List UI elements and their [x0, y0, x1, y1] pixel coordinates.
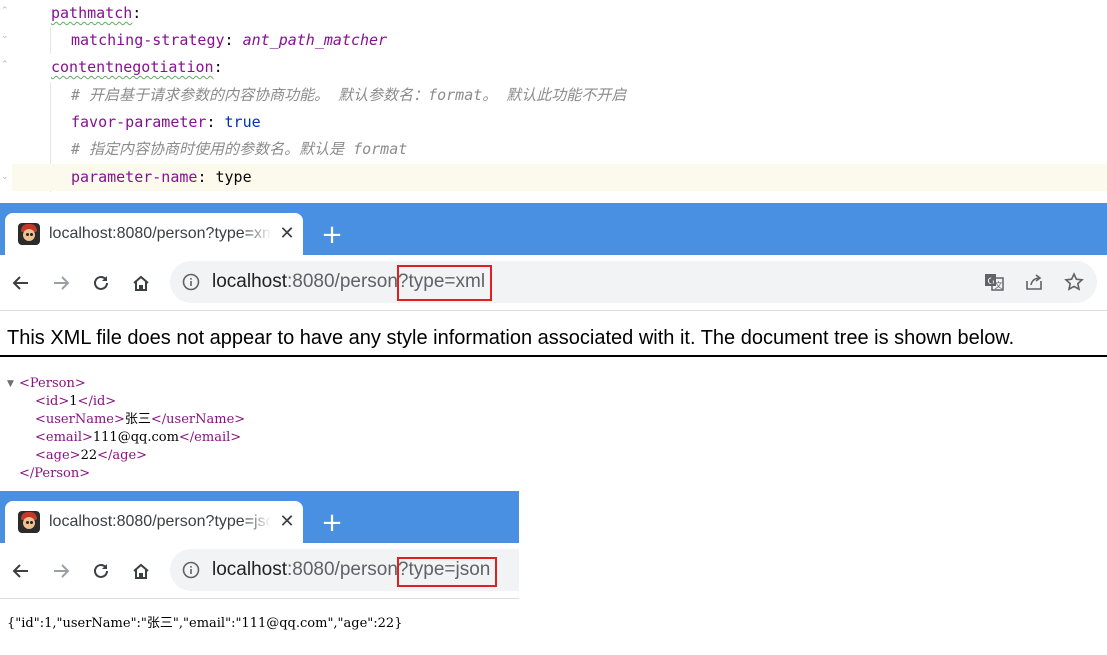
yaml-value: type — [215, 168, 252, 186]
editor-gutter: ⌃ ⌄ ⌃ ⌄ — [0, 0, 12, 192]
forward-arrow-icon[interactable] — [49, 271, 73, 295]
highlight-box — [397, 557, 497, 587]
yaml-key: pathmatch — [51, 4, 133, 22]
fold-marker-icon[interactable]: ⌃ — [1, 60, 9, 70]
code-line: matching-strategy: ant_path_matcher — [71, 31, 388, 49]
toolbar-divider — [0, 598, 519, 599]
browser-tab[interactable]: localhost:8080/person?type=json ✕ — [5, 501, 303, 543]
yaml-key: matching-strategy — [71, 31, 225, 49]
tab-title: localhost:8080/person?type=xml — [49, 225, 271, 242]
forward-arrow-icon[interactable] — [49, 559, 73, 583]
browser-window-xml: localhost:8080/person?type=xml ✕ + local… — [0, 203, 1107, 311]
reload-icon[interactable] — [89, 271, 113, 295]
favicon-icon — [18, 511, 40, 533]
close-icon[interactable]: ✕ — [277, 224, 297, 244]
xml-node: <email>111@qq.com</email> — [35, 430, 242, 445]
xml-divider — [0, 355, 1107, 357]
code-comment: # 指定内容协商时使用的参数名。默认是 format — [71, 140, 408, 158]
yaml-key: contentnegotiation — [51, 58, 214, 76]
xml-node: <id>1</id> — [35, 394, 117, 409]
back-arrow-icon[interactable] — [9, 271, 33, 295]
tab-strip: localhost:8080/person?type=xml ✕ + — [0, 203, 1107, 255]
fold-marker-icon[interactable]: ⌃ — [1, 6, 9, 16]
toolbar-divider — [0, 310, 1107, 311]
tab-strip: localhost:8080/person?type=json ✕ + — [0, 491, 519, 543]
share-icon[interactable] — [1022, 270, 1046, 294]
fold-marker-icon[interactable]: ⌄ — [1, 31, 9, 41]
code-line-current: parameter-name: type — [12, 164, 1107, 191]
json-response-body: {"id":1,"userName":"张三","email":"111@qq.… — [7, 616, 403, 631]
yaml-key: favor-parameter — [71, 113, 207, 131]
collapse-triangle-icon[interactable]: ▼ — [7, 379, 14, 389]
tab-title: localhost:8080/person?type=json — [49, 513, 271, 530]
yaml-value: true — [224, 113, 261, 131]
address-bar[interactable]: localhost:8080/person?type=xml G文 — [170, 261, 1097, 303]
highlight-box — [397, 265, 492, 301]
close-icon[interactable]: ✕ — [277, 512, 297, 532]
xml-node: <userName>张三</userName> — [35, 412, 246, 427]
xml-style-notice: This XML file does not appear to have an… — [7, 327, 1015, 349]
back-arrow-icon[interactable] — [9, 559, 33, 583]
xml-node: <age>22</age> — [35, 448, 148, 463]
star-icon[interactable] — [1062, 270, 1086, 294]
yaml-value: ant_path_matcher — [242, 31, 388, 49]
indent-guide — [50, 27, 51, 54]
yaml-key: parameter-name — [71, 168, 198, 186]
code-line: contentnegotiation: — [51, 58, 223, 76]
xml-node: <Person> — [19, 376, 86, 391]
new-tab-button[interactable]: + — [318, 221, 346, 249]
svg-text:文: 文 — [995, 280, 1003, 290]
info-icon[interactable] — [182, 561, 200, 579]
code-line: pathmatch: — [51, 4, 142, 22]
home-icon[interactable] — [129, 271, 153, 295]
code-editor[interactable]: ⌃ ⌄ ⌃ ⌄ pathmatch: matching-strategy: an… — [0, 0, 1107, 192]
reload-icon[interactable] — [89, 559, 113, 583]
xml-node: </Person> — [19, 466, 91, 481]
browser-tab[interactable]: localhost:8080/person?type=xml ✕ — [5, 213, 303, 255]
translate-icon[interactable]: G文 — [982, 270, 1006, 294]
new-tab-button[interactable]: + — [318, 509, 346, 537]
fold-marker-icon[interactable]: ⌄ — [1, 172, 9, 182]
favicon-icon — [18, 223, 40, 245]
browser-toolbar: localhost:8080/person?type=xml G文 — [0, 255, 1107, 310]
code-line: favor-parameter: true — [71, 113, 261, 131]
home-icon[interactable] — [129, 559, 153, 583]
code-comment: # 开启基于请求参数的内容协商功能。 默认参数名：format。 默认此功能不开… — [71, 86, 627, 104]
info-icon[interactable] — [182, 273, 200, 291]
